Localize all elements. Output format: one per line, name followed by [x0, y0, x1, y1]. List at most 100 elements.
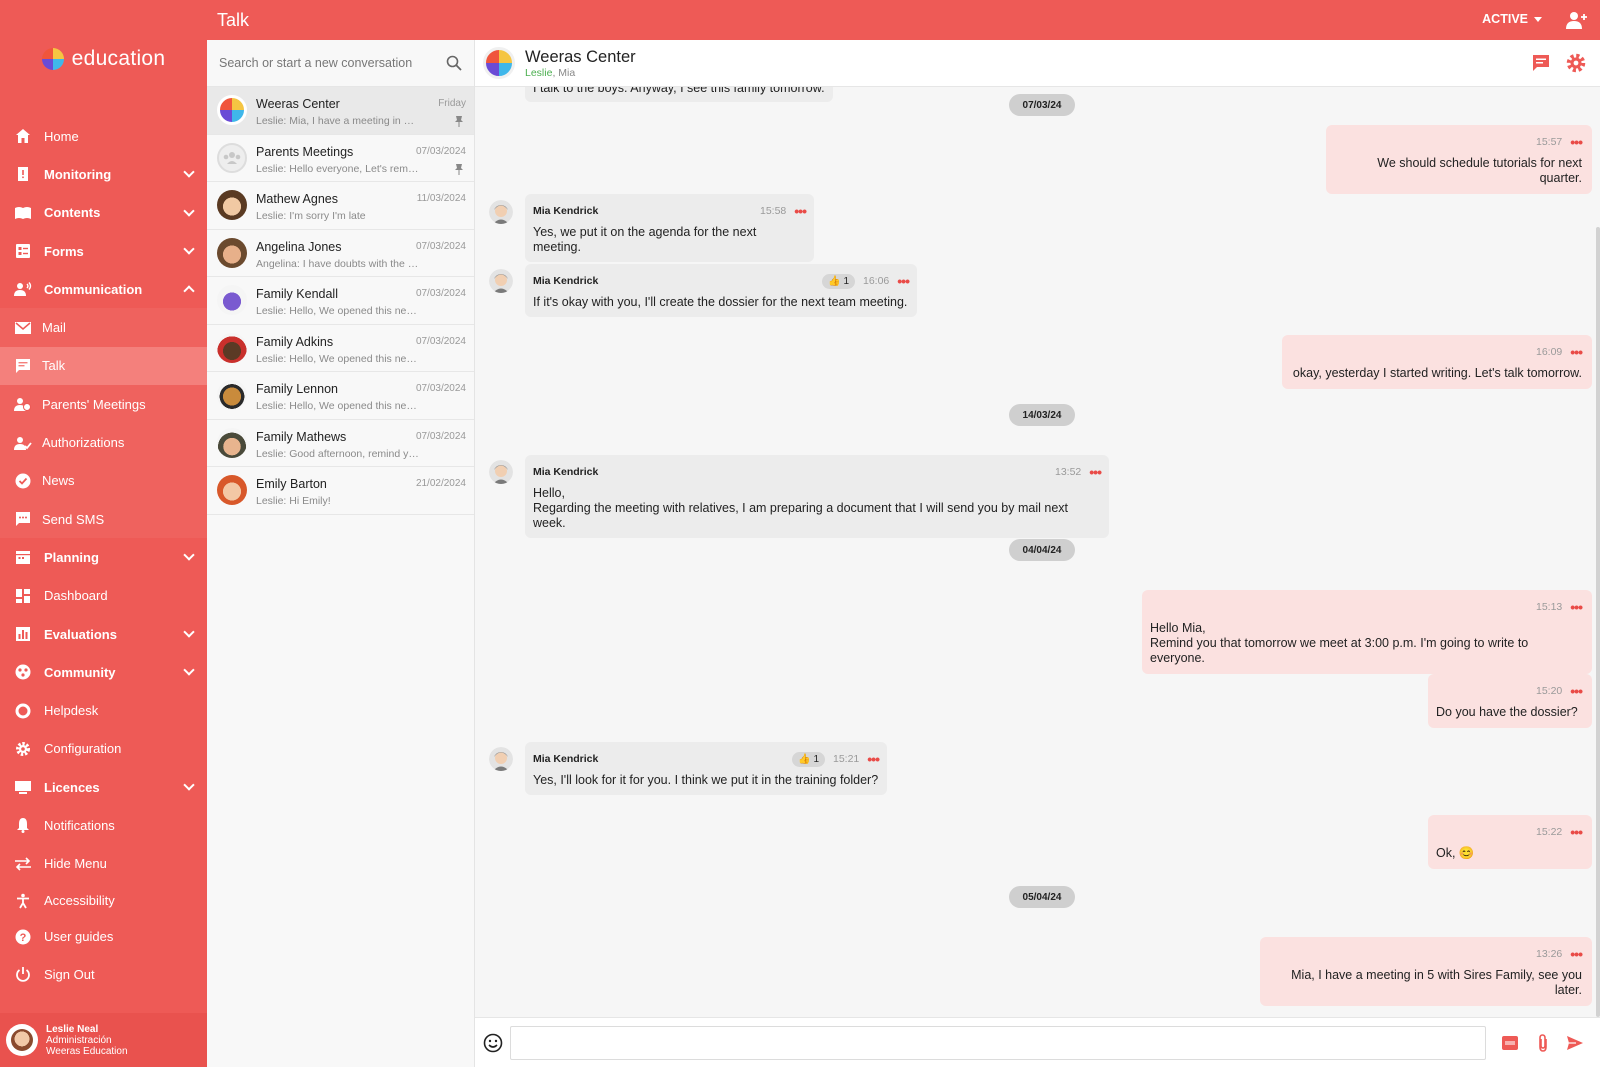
community-icon — [14, 663, 32, 681]
incoming-message[interactable]: I talk to the boys. Anyway, I see this f… — [525, 87, 833, 102]
more-options-icon[interactable]: ••• — [1570, 684, 1583, 698]
accessibility-icon — [14, 892, 32, 910]
conversation-item[interactable]: Angelina Jones Angelina: I have doubts w… — [207, 230, 474, 277]
sidebar-item-label: Forms — [44, 243, 84, 259]
incoming-message[interactable]: Mia Kendrick 👍 1 15:21 ••• Yes, I'll look fo… — [525, 742, 887, 795]
chevron-down-icon — [183, 166, 195, 178]
chevron-down-icon — [183, 549, 195, 561]
sidebar-item-home[interactable]: Home — [0, 117, 207, 155]
scrollbar[interactable] — [1596, 227, 1600, 1017]
reaction-badge[interactable]: 👍 1 — [791, 751, 825, 767]
sender-avatar[interactable] — [489, 747, 513, 771]
sender-avatar[interactable] — [489, 200, 513, 224]
sidebar-item-planning[interactable]: Planning — [0, 538, 207, 576]
outgoing-message[interactable]: 13:26 ••• Mia, I have a meeting in 5 with… — [1260, 937, 1592, 1006]
more-options-icon[interactable]: ••• — [1570, 947, 1583, 961]
incoming-message[interactable]: Mia Kendrick 👍 1 16:06 ••• If it's okay with… — [525, 264, 917, 317]
attachment-icon[interactable] — [1533, 1033, 1553, 1053]
sidebar-item-talk[interactable]: Talk — [0, 346, 207, 386]
sidebar-item-label: Talk — [42, 358, 66, 374]
conversation-preview: Leslie: Hello, We opened this new channe… — [256, 352, 419, 365]
more-options-icon[interactable]: ••• — [1570, 825, 1583, 839]
sidebar-item-sign-out[interactable]: Sign Out — [0, 955, 207, 993]
outgoing-message[interactable]: 15:20 ••• Do you have the dossier? — [1428, 674, 1592, 728]
sidebar-item-authorizations[interactable]: Authorizations — [0, 423, 207, 461]
message-thread: I talk to the boys. Anyway, I see this f… — [475, 87, 1600, 1017]
send-icon[interactable] — [1565, 1033, 1585, 1053]
message-time: 15:20 — [1536, 685, 1563, 697]
sidebar-item-forms[interactable]: Forms — [0, 232, 207, 270]
sidebar-item-community[interactable]: Community — [0, 653, 207, 691]
gif-icon[interactable] — [1500, 1033, 1520, 1053]
sidebar-item-dashboard[interactable]: Dashboard — [0, 577, 207, 615]
conversation-item[interactable]: Mathew Agnes Leslie: I'm sorry I'm late … — [207, 182, 474, 230]
conversation-name: Weeras Center — [256, 97, 340, 111]
outgoing-message[interactable]: 16:09 ••• okay, yesterday I started writi… — [1282, 335, 1592, 389]
outgoing-message[interactable]: 15:13 ••• Hello Mia, Remind you that tomo… — [1142, 590, 1592, 674]
sidebar-item-send-sms[interactable]: Send SMS — [0, 500, 207, 538]
sidebar-item-mail[interactable]: Mail — [0, 308, 207, 346]
settings-gear-icon[interactable] — [1566, 53, 1586, 73]
sender-name: Mia Kendrick — [533, 753, 599, 765]
pin-icon — [455, 116, 463, 127]
user-org: Weeras Education — [46, 1045, 128, 1057]
emoji-icon[interactable] — [483, 1033, 503, 1053]
more-options-icon[interactable]: ••• — [794, 204, 807, 218]
more-options-icon[interactable]: ••• — [897, 274, 910, 288]
sidebar-item-label: News — [42, 473, 75, 489]
sender-avatar[interactable] — [489, 460, 513, 484]
search-input[interactable] — [219, 56, 446, 70]
conversation-item[interactable]: Parents Meetings Leslie: Hello everyone,… — [207, 135, 474, 182]
reaction-badge[interactable]: 👍 1 — [821, 273, 855, 289]
message-input[interactable] — [510, 1026, 1486, 1060]
more-options-icon[interactable]: ••• — [1570, 600, 1583, 614]
more-options-icon[interactable]: ••• — [1570, 135, 1583, 149]
conversation-item[interactable]: Family Lennon Leslie: Hello, We opened t… — [207, 372, 474, 420]
add-user-icon[interactable] — [1566, 10, 1588, 30]
sidebar-item-licences[interactable]: Licences — [0, 768, 207, 806]
sidebar-item-user-guides[interactable]: ? User guides — [0, 919, 207, 955]
brand-logo[interactable]: education — [0, 0, 207, 117]
sidebar-item-evaluations[interactable]: Evaluations — [0, 615, 207, 653]
sidebar-item-label: Evaluations — [44, 626, 117, 642]
sidebar-item-monitoring[interactable]: Monitoring — [0, 155, 207, 193]
more-options-icon[interactable]: ••• — [1570, 345, 1583, 359]
contact-avatar — [217, 475, 247, 505]
search-icon[interactable] — [446, 55, 462, 71]
conversation-item[interactable]: Family Kendall Leslie: Hello, We opened … — [207, 277, 474, 325]
conversation-date: 07/03/2024 — [415, 288, 466, 299]
sidebar-item-parents-meetings[interactable]: Parents' Meetings — [0, 385, 207, 423]
chat-avatar[interactable] — [483, 47, 515, 79]
conversation-item[interactable]: Family Adkins Leslie: Hello, We opened t… — [207, 325, 474, 372]
conversation-preview: Leslie: Hi Emily! — [256, 495, 331, 507]
sidebar-item-news[interactable]: News — [0, 462, 207, 500]
sidebar-item-accessibility[interactable]: Accessibility — [0, 883, 207, 919]
date-divider: 05/04/24 — [1009, 886, 1075, 908]
more-options-icon[interactable]: ••• — [1089, 465, 1102, 479]
current-user[interactable]: Leslie Neal Administración Weeras Educat… — [0, 1013, 207, 1067]
contact-avatar — [217, 427, 247, 458]
incoming-message[interactable]: Mia Kendrick 13:52 ••• Hello, Regarding th… — [525, 455, 1109, 538]
sidebar-item-contents[interactable]: Contents — [0, 194, 207, 232]
sender-avatar[interactable] — [489, 269, 513, 293]
outgoing-message[interactable]: 15:22 ••• Ok, 😊 — [1428, 815, 1592, 869]
message-time: 15:13 — [1536, 601, 1563, 613]
outgoing-message[interactable]: 15:57 ••• We should schedule tutorials fo… — [1326, 125, 1592, 194]
sidebar-item-configuration[interactable]: Configuration — [0, 730, 207, 768]
dashboard-icon — [14, 587, 32, 605]
conversation-item[interactable]: Weeras Center Leslie: Mia, I have a meet… — [207, 87, 474, 135]
sidebar-item-notifications[interactable]: Notifications — [0, 806, 207, 844]
conversation-name: Family Lennon — [256, 382, 338, 396]
conversation-item[interactable]: Emily Barton Leslie: Hi Emily! 21/02/202… — [207, 467, 474, 515]
sidebar-item-helpdesk[interactable]: Helpdesk — [0, 691, 207, 729]
caret-down-icon — [1534, 16, 1542, 22]
sidebar-item-hide-menu[interactable]: Hide Menu — [0, 845, 207, 883]
contact-avatar — [217, 285, 247, 315]
more-options-icon[interactable]: ••• — [867, 752, 880, 766]
comment-icon[interactable] — [1532, 54, 1550, 72]
conversation-item[interactable]: Family Mathews Leslie: Good afternoon, r… — [207, 420, 474, 467]
message-text: Hello Mia, Remind you that tomorrow we m… — [1150, 621, 1529, 665]
incoming-message[interactable]: Mia Kendrick 15:58 ••• Yes, we put it on t… — [525, 194, 814, 262]
sidebar-item-communication[interactable]: Communication — [0, 270, 207, 308]
status-dropdown[interactable]: ACTIVE — [1482, 12, 1542, 26]
